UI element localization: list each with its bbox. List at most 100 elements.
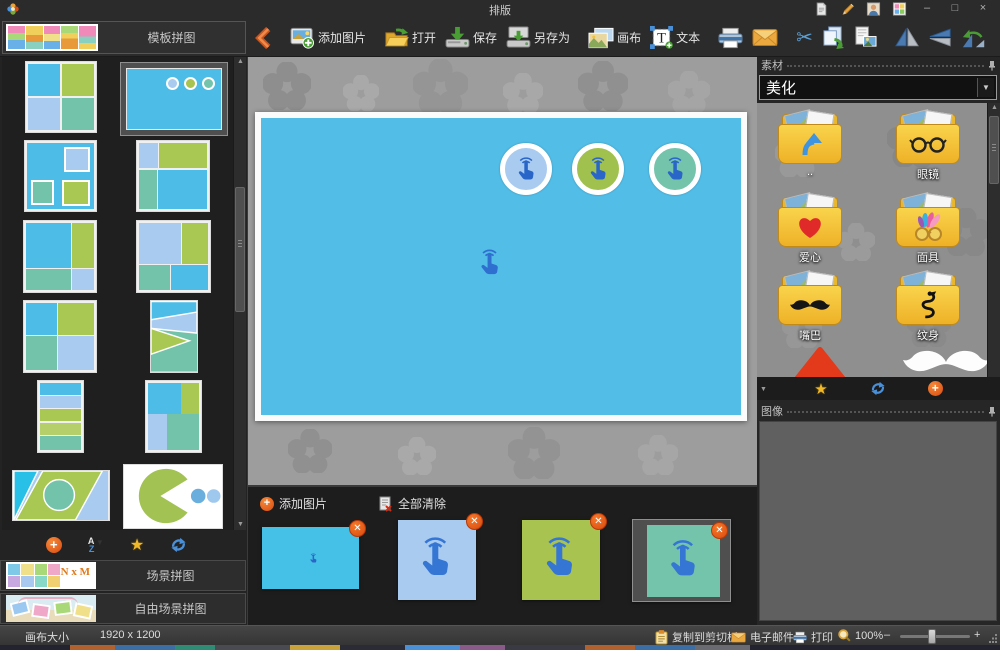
zoom-in-button[interactable]: + xyxy=(974,629,980,641)
template-thumbnail[interactable] xyxy=(37,380,84,453)
pin-icon[interactable] xyxy=(988,60,996,71)
clear-all-button[interactable]: 全部清除 xyxy=(379,495,446,512)
text-button[interactable]: T 文本 xyxy=(648,25,702,50)
save-button[interactable]: 保存 xyxy=(443,25,499,50)
scroll-down-icon[interactable]: ▼ xyxy=(234,520,247,530)
folder-label: .. xyxy=(806,166,814,178)
sort-az-button[interactable]: A Z ▼ xyxy=(88,537,104,554)
template-thumbnail[interactable] xyxy=(25,61,97,133)
email-button[interactable]: 电子邮件 xyxy=(731,629,794,645)
template-thumbnail[interactable] xyxy=(23,220,97,293)
mail-icon xyxy=(752,29,778,46)
tap-hand-icon xyxy=(517,156,534,180)
filmstrip-photo-4-selected[interactable]: ✕ xyxy=(632,519,731,602)
favorites-star-button[interactable]: ★ xyxy=(814,380,827,398)
save-as-button[interactable]: 另存为 xyxy=(504,25,572,50)
scroll-down-icon[interactable]: ▼ xyxy=(757,385,770,395)
material-folder-mask[interactable]: 面具 xyxy=(895,192,961,264)
scroll-up-icon[interactable]: ▲ xyxy=(234,57,247,67)
material-scrollbar[interactable]: ▲ xyxy=(987,103,1000,377)
flip-horizontal-button[interactable] xyxy=(893,26,921,49)
filmstrip-photo-1[interactable]: ✕ xyxy=(262,520,366,589)
up-arrow-icon xyxy=(802,133,822,156)
scrollbar-thumb[interactable] xyxy=(989,116,999,184)
open-button[interactable]: 打开 xyxy=(382,25,438,50)
pin-icon[interactable] xyxy=(988,406,996,417)
copy-to-clipboard-button[interactable]: 复制到剪切板 xyxy=(655,629,738,645)
refresh-button[interactable] xyxy=(870,381,886,396)
resize-grip[interactable] xyxy=(989,634,998,643)
favorites-star-button[interactable]: ★ xyxy=(130,535,144,555)
scroll-up-icon[interactable]: ▲ xyxy=(988,103,1000,113)
material-category-dropdown[interactable]: 美化 ▼ xyxy=(759,75,997,100)
remove-photo-button[interactable]: ✕ xyxy=(590,513,607,530)
new-document-icon[interactable] xyxy=(814,2,829,16)
template-collage-tab[interactable]: 模板拼图 xyxy=(2,21,246,54)
free-scene-collage-tab[interactable]: 自由场景拼图 xyxy=(0,593,246,624)
add-image-button[interactable]: 添加图片 xyxy=(288,25,368,51)
rotate-right-button[interactable] xyxy=(994,26,998,50)
main-toolbar: 添加图片 打开 保存 另存为 画布 T 文本 ✂ xyxy=(252,20,998,55)
canvas-center-hand-icon[interactable] xyxy=(475,248,505,278)
copy-button[interactable] xyxy=(820,25,847,50)
template-thumbnail[interactable] xyxy=(24,140,97,212)
add-material-button[interactable]: + xyxy=(927,381,943,396)
material-folder-up[interactable]: .. xyxy=(777,109,843,181)
template-list-scrollbar[interactable]: ▲ ▼ xyxy=(233,57,246,530)
material-folder-heart[interactable]: 爱心 xyxy=(777,192,843,264)
template-thumbnail[interactable] xyxy=(136,220,211,293)
zoom-out-button[interactable]: – xyxy=(884,629,890,641)
print-button[interactable] xyxy=(716,26,745,50)
flower-decoration xyxy=(398,437,436,475)
email-button[interactable] xyxy=(750,27,780,48)
filmstrip-add-image-button[interactable]: + 添加图片 xyxy=(260,495,327,512)
material-folder-glasses[interactable]: 眼镜 xyxy=(895,109,961,181)
template-thumbnail[interactable] xyxy=(12,470,110,521)
mustache-icon xyxy=(790,299,830,310)
template-thumbnail[interactable] xyxy=(136,140,210,212)
portrait-editor-icon[interactable] xyxy=(866,2,881,16)
filmstrip-photo-2[interactable]: ✕ xyxy=(398,513,483,600)
back-button[interactable] xyxy=(252,23,274,53)
flower-decoration xyxy=(638,435,678,475)
white-mustache-sticker[interactable] xyxy=(903,345,989,379)
canvas-photo-slot-3[interactable] xyxy=(649,143,701,195)
template-thumbnail[interactable] xyxy=(145,380,202,453)
flip-vertical-button[interactable] xyxy=(926,26,954,49)
cut-button[interactable]: ✂ xyxy=(794,27,815,49)
scene-collage-tab[interactable]: N x M 场景拼图 xyxy=(0,560,246,591)
filmstrip-photo-3[interactable]: ✕ xyxy=(522,513,607,600)
top-band: 模板拼图 添加图片 打开 保存 另存为 画布 T 文本 ✂ xyxy=(0,18,1000,57)
minimize-button[interactable]: – xyxy=(914,0,940,17)
tap-hand-icon xyxy=(666,156,683,180)
canvas-button[interactable]: 画布 xyxy=(586,26,643,50)
zoom-slider-handle[interactable] xyxy=(928,629,936,644)
scrollbar-thumb[interactable] xyxy=(235,187,245,312)
template-thumbnail-selected[interactable] xyxy=(120,62,228,136)
canvas-photo-slot-1[interactable] xyxy=(500,143,552,195)
print-button[interactable]: 打印 xyxy=(793,629,833,645)
template-thumbnail[interactable] xyxy=(23,300,97,373)
zoom-slider[interactable] xyxy=(900,629,970,644)
flower-decoration xyxy=(343,75,379,111)
add-template-button[interactable]: + xyxy=(45,537,62,553)
collage-grid-icon[interactable] xyxy=(892,2,907,16)
canvas-workspace[interactable] xyxy=(248,57,757,485)
remove-photo-button[interactable]: ✕ xyxy=(711,522,728,539)
maximize-button[interactable]: □ xyxy=(942,0,968,17)
refresh-button[interactable] xyxy=(170,537,187,553)
rotate-left-button[interactable] xyxy=(959,26,989,50)
scene-collage-label: 场景拼图 xyxy=(146,569,195,583)
template-panel: ▲ ▼ + A Z ▼ ★ N x M 场景拼图 自由场景拼图 xyxy=(0,57,248,625)
template-thumbnail[interactable] xyxy=(123,464,223,529)
material-folder-tattoo[interactable]: 纹身 xyxy=(895,270,961,342)
canvas-photo-slot-2[interactable] xyxy=(572,143,624,195)
paste-image-button[interactable] xyxy=(852,25,879,50)
template-thumbnail[interactable] xyxy=(150,300,198,373)
text-label: 文本 xyxy=(676,31,701,45)
remove-photo-button[interactable]: ✕ xyxy=(349,520,366,537)
edit-pencil-icon[interactable] xyxy=(841,2,856,16)
close-button[interactable]: × xyxy=(970,0,996,17)
remove-photo-button[interactable]: ✕ xyxy=(466,513,483,530)
material-folder-mouth[interactable]: 嘴巴 xyxy=(777,270,843,342)
